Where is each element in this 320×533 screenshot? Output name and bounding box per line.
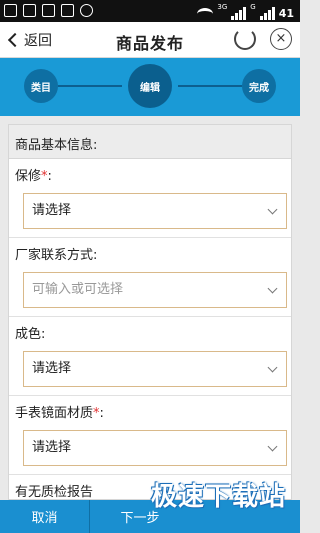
combobox-placeholder: 可输入或可选择 xyxy=(32,282,124,297)
camera-icon xyxy=(42,4,55,17)
field-watch-crystal: 手表镜面材质*: 请选择 xyxy=(9,396,291,475)
step-connector xyxy=(178,85,242,87)
image-icon xyxy=(23,4,36,17)
section-title: 商品基本信息: xyxy=(9,125,291,159)
chevron-down-icon xyxy=(267,362,278,373)
warranty-select[interactable]: 请选择 xyxy=(23,193,287,229)
close-icon[interactable]: × xyxy=(270,28,292,50)
watermark: 极速下载站 xyxy=(150,482,286,512)
chevron-down-icon xyxy=(267,283,278,294)
network-type: 3G xyxy=(217,3,228,11)
field-label: 手表镜面材质*: xyxy=(15,406,104,421)
status-bar: 3G G 41 xyxy=(0,0,300,22)
field-label: 成色: xyxy=(15,327,46,342)
wifi-icon xyxy=(197,8,214,20)
select-value: 请选择 xyxy=(32,440,72,455)
watch-crystal-select[interactable]: 请选择 xyxy=(23,430,287,466)
signal-icon-2 xyxy=(259,6,275,20)
step-edit-current: 编辑 xyxy=(128,64,172,108)
title-bar: 返回 商品发布 × xyxy=(0,22,300,58)
step-complete: 完成 xyxy=(242,69,276,103)
refresh-icon[interactable] xyxy=(234,28,256,50)
field-warranty: 保修*: 请选择 xyxy=(9,159,291,238)
field-manufacturer-contact: 厂家联系方式: 可输入或可选择 xyxy=(9,238,291,317)
cancel-button[interactable]: 取消 xyxy=(0,500,90,533)
condition-select[interactable]: 请选择 xyxy=(23,351,287,387)
notification-icons xyxy=(4,4,93,17)
app-icon xyxy=(61,4,74,17)
select-value: 请选择 xyxy=(32,203,72,218)
step-connector xyxy=(58,85,122,87)
usb-icon xyxy=(80,4,93,17)
battery-level: 41 xyxy=(278,7,294,20)
signal-icon xyxy=(231,6,247,20)
network-type-2: G xyxy=(250,3,256,11)
field-condition: 成色: 请选择 xyxy=(9,317,291,396)
field-label: 厂家联系方式: xyxy=(15,248,98,263)
system-indicators: 3G G 41 xyxy=(197,2,294,20)
step-category: 类目 xyxy=(24,69,58,103)
chevron-down-icon xyxy=(267,204,278,215)
manufacturer-contact-combobox[interactable]: 可输入或可选择 xyxy=(23,272,287,308)
product-form: 商品基本信息: 保修*: 请选择 厂家联系方式: 可输入或可选择 成色: 请选择… xyxy=(8,124,292,500)
progress-stepper: 类目 编辑 完成 xyxy=(0,58,300,116)
select-value: 请选择 xyxy=(32,361,72,376)
field-label: 保修*: xyxy=(15,169,52,184)
chevron-down-icon xyxy=(267,441,278,452)
message-icon xyxy=(4,4,17,17)
